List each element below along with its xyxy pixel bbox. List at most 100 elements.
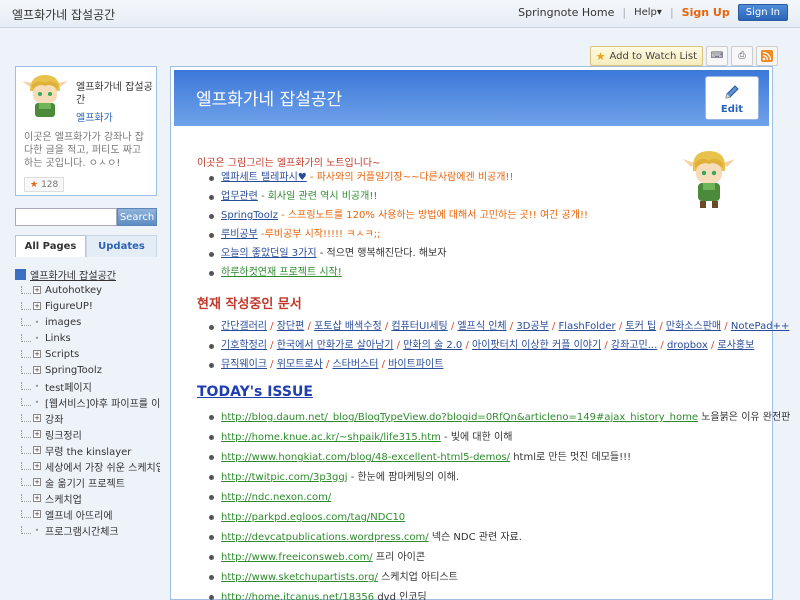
issue-description: 넥슨 NDC 관련 자료.	[428, 532, 522, 543]
note-link[interactable]: SpringToolz	[221, 210, 278, 221]
expand-icon[interactable]: +	[33, 510, 41, 518]
issue-link[interactable]: http://devcatpublications.wordpress.com/	[221, 532, 429, 543]
list-item: http://parkpd.egloos.com/tag/NDC10	[207, 509, 790, 529]
expand-icon[interactable]: +	[33, 366, 41, 374]
tab-updates[interactable]: Updates	[86, 235, 157, 257]
doc-link[interactable]: 엘프식 인체	[457, 321, 506, 332]
add-to-watch-list-button[interactable]: ★ Add to Watch List	[589, 46, 703, 66]
tree-item[interactable]: + 세상에서 가장 쉬운 스케치업	[15, 458, 160, 474]
expand-icon[interactable]: +	[33, 478, 41, 486]
doc-link[interactable]: FlashFolder	[559, 321, 616, 332]
issue-link[interactable]: http://blog.daum.net/_blog/BlogTypeView.…	[221, 412, 698, 423]
note-link[interactable]: 하루하컷연재 프로젝트 시작!	[221, 267, 342, 278]
tree-item[interactable]: + 강좌	[15, 410, 160, 426]
tree-item[interactable]: • test페이지	[15, 378, 160, 394]
expand-icon[interactable]: +	[33, 414, 41, 422]
issue-link[interactable]: http://ndc.nexon.com/	[221, 492, 331, 503]
tree-item-label: Autohotkey	[45, 284, 103, 296]
doc-link[interactable]: 장단편	[277, 321, 305, 332]
tree-item[interactable]: • [웹서비스]야후 파이프를 이	[15, 394, 160, 410]
avatar[interactable]	[22, 71, 68, 119]
doc-link[interactable]: 3D공부	[516, 321, 548, 332]
expand-icon[interactable]: +	[33, 446, 41, 454]
todays-issue-heading[interactable]: TODAY's ISSUE	[197, 384, 313, 400]
tree-item[interactable]: + Scripts	[15, 346, 160, 362]
search-button[interactable]: Search	[117, 208, 157, 226]
doc-link[interactable]: 로사홍보	[718, 340, 755, 351]
doc-link[interactable]: 아이팟터치 이상한 커플 이야기	[472, 340, 601, 351]
doc-link[interactable]: 한국에서 만화가로 살아남기	[277, 340, 394, 351]
bullet-icon: •	[34, 317, 40, 327]
issue-link[interactable]: http://twitpic.com/3p3ggj	[221, 472, 348, 483]
doc-link[interactable]: 기호학정리	[221, 340, 267, 351]
doc-link[interactable]: 포토샵 배색수정	[314, 321, 382, 332]
expand-icon[interactable]: +	[33, 462, 41, 470]
doc-link[interactable]: 간단갤러리	[221, 321, 267, 332]
doc-link[interactable]: 만화의 술 2.0	[403, 340, 462, 351]
doc-link[interactable]: 위모트로사	[277, 359, 323, 370]
sign-in-button[interactable]: Sign In	[737, 4, 788, 21]
tree-item[interactable]: + FigureUP!	[15, 298, 160, 314]
tree-item[interactable]: • images	[15, 314, 160, 330]
issue-link[interactable]: http://www.freeiconsweb.com/	[221, 552, 373, 563]
help-menu[interactable]: Help▾	[634, 7, 662, 18]
tree-item-label: 세상에서 가장 쉬운 스케치업	[45, 462, 160, 474]
star-count: 128	[41, 179, 59, 190]
tree-item-label: 엘프네 아뜨리에	[45, 510, 113, 522]
doc-link[interactable]: 뮤직웨이크	[221, 359, 267, 370]
tab-all-pages[interactable]: All Pages	[15, 235, 86, 257]
issue-link[interactable]: http://www.hongkiat.com/blog/48-excellen…	[221, 452, 510, 463]
tree-item[interactable]: + Autohotkey	[15, 282, 160, 298]
tree-item-label: 강좌	[45, 414, 64, 426]
edit-button[interactable]: Edit	[705, 76, 759, 120]
doc-link[interactable]: dropbox	[667, 340, 708, 351]
tree-item[interactable]: + 무령 the kinslayer	[15, 442, 160, 458]
doc-link[interactable]: 강좌고민...	[611, 340, 657, 351]
profile-user-link[interactable]: 엘프화가	[76, 109, 113, 124]
keyboard-icon[interactable]: ⌨	[706, 46, 728, 66]
separator: /	[462, 340, 473, 351]
issue-description: dvd 인코딩	[374, 592, 427, 600]
sign-up-link[interactable]: Sign Up	[682, 6, 730, 19]
expand-icon[interactable]: +	[33, 286, 41, 294]
issue-link[interactable]: http://parkpd.egloos.com/tag/NDC10	[221, 512, 405, 523]
tree-item[interactable]: + 링크정리	[15, 426, 160, 442]
separator: /	[381, 321, 392, 332]
list-item: http://www.hongkiat.com/blog/48-excellen…	[207, 449, 790, 469]
doc-link[interactable]: 바이트파이트	[388, 359, 443, 370]
tree-item[interactable]: + SpringToolz	[15, 362, 160, 378]
doc-link[interactable]: 만화소스판매	[666, 321, 721, 332]
list-item: http://www.sketchupartists.org/ 스케치업 아티스…	[207, 569, 790, 589]
tree-connector	[21, 414, 31, 422]
tree-item[interactable]: • 프로그램시간체크	[15, 522, 160, 538]
tree-item[interactable]: + 스케치업	[15, 490, 160, 506]
doc-link[interactable]: NotePad++	[731, 321, 790, 332]
expand-icon[interactable]: +	[33, 302, 41, 310]
rss-icon[interactable]	[756, 46, 778, 66]
note-link[interactable]: 엘파세트 텔레파시♥	[221, 172, 307, 183]
print-icon[interactable]: ⎙	[731, 46, 753, 66]
tree-connector	[21, 446, 31, 454]
note-link[interactable]: 오늘의 좋았던일 3가지	[221, 248, 317, 259]
expand-icon[interactable]: +	[33, 494, 41, 502]
springnote-home-link[interactable]: Springnote Home	[518, 6, 614, 19]
expand-icon[interactable]: +	[33, 430, 41, 438]
issue-link[interactable]: http://www.sketchupartists.org/	[221, 572, 378, 583]
star-count-badge[interactable]: ★ 128	[24, 177, 65, 192]
doc-link[interactable]: 컴퓨터UI세팅	[391, 321, 447, 332]
doc-link[interactable]: 토커 팁	[625, 321, 656, 332]
tree-item[interactable]: + 엘프네 아뜨리에	[15, 506, 160, 522]
doc-link[interactable]: 스타버스터	[332, 359, 378, 370]
note-link[interactable]: 루비공부	[221, 229, 258, 240]
note-link[interactable]: 업무관련	[221, 191, 258, 202]
list-item: http://home.knue.ac.kr/~shpaik/life315.h…	[207, 429, 790, 449]
tree-item[interactable]: + 술 옮기기 프로젝트	[15, 474, 160, 490]
search-input[interactable]	[15, 208, 117, 226]
separator: /	[656, 321, 666, 332]
tree-root[interactable]: 엘프화가네 잡설공간	[15, 266, 160, 282]
issue-link[interactable]: http://home.itcanus.net/18356	[221, 592, 374, 600]
expand-icon[interactable]: +	[33, 350, 41, 358]
issue-link[interactable]: http://home.knue.ac.kr/~shpaik/life315.h…	[221, 432, 441, 443]
list-item: 간단갤러리 / 장단편 / 포토샵 배색수정 / 컴퓨터UI세팅 / 엘프식 인…	[207, 319, 789, 338]
tree-item[interactable]: • Links	[15, 330, 160, 346]
